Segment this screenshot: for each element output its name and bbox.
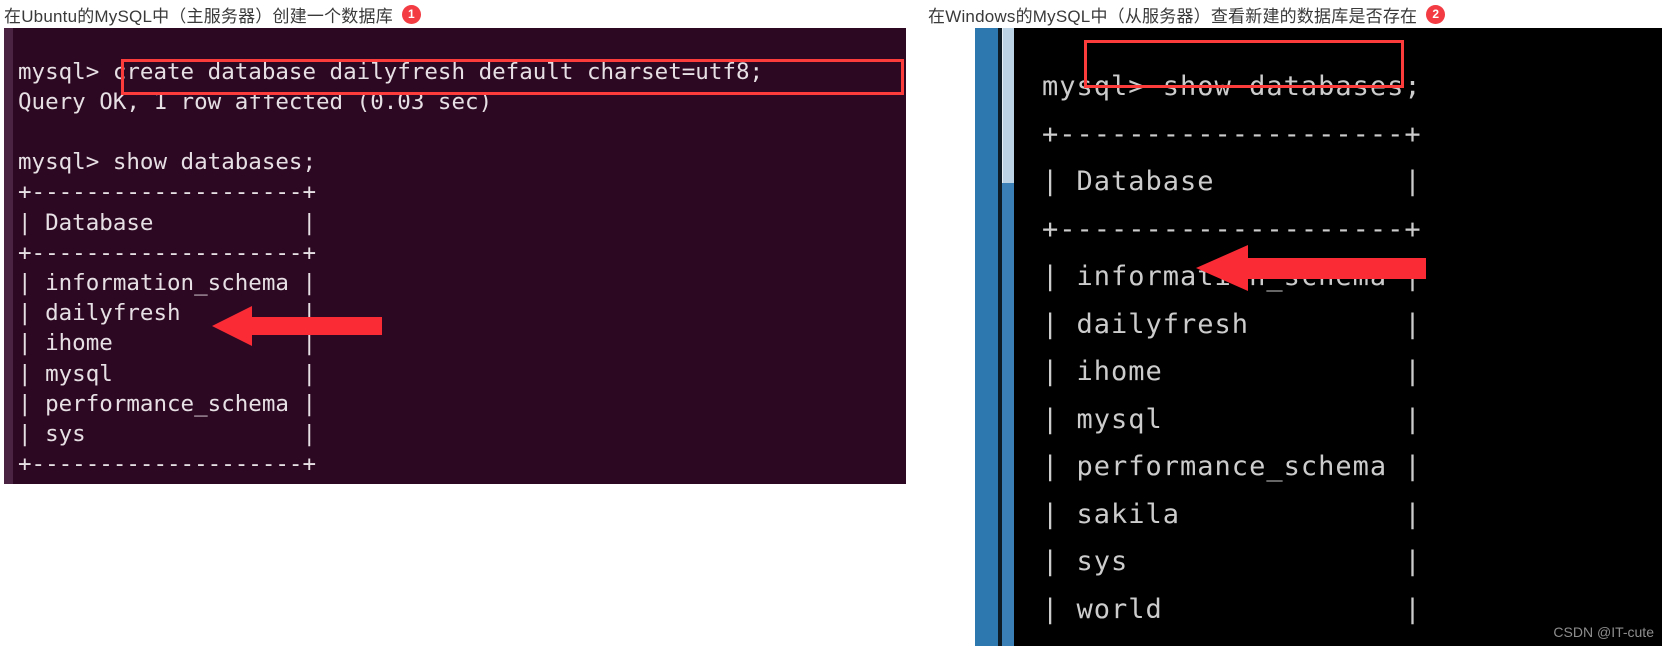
ubuntu-terminal-window[interactable]: mysql> create database dailyfresh defaul… <box>4 28 906 484</box>
windows-console-surface[interactable]: mysql> show databases; +----------------… <box>1014 28 1662 646</box>
caption-windows: 在Windows的MySQL中（从服务器）查看新建的数据库是否存在 2 <box>928 0 1446 28</box>
scrollbar-track[interactable] <box>975 28 998 646</box>
step-badge-1: 1 <box>401 4 421 24</box>
caption-windows-text: 在Windows的MySQL中（从服务器）查看新建的数据库是否存在 <box>928 6 1418 26</box>
ubuntu-terminal-edge-strip <box>4 28 13 484</box>
ubuntu-terminal-output: mysql> create database dailyfresh defaul… <box>18 58 764 485</box>
scrollbar-lower-track[interactable] <box>1002 183 1014 646</box>
csdn-watermark: CSDN @IT-cute <box>1553 624 1654 640</box>
step-badge-2: 2 <box>1426 4 1446 24</box>
windows-terminal-output: mysql> show databases; +----------------… <box>1042 71 1422 646</box>
caption-ubuntu-text: 在Ubuntu的MySQL中（主服务器）创建一个数据库 <box>4 6 393 26</box>
windows-cmd-window[interactable]: mysql> show databases; +----------------… <box>920 28 1662 646</box>
caption-ubuntu: 在Ubuntu的MySQL中（主服务器）创建一个数据库 1 <box>4 0 421 28</box>
